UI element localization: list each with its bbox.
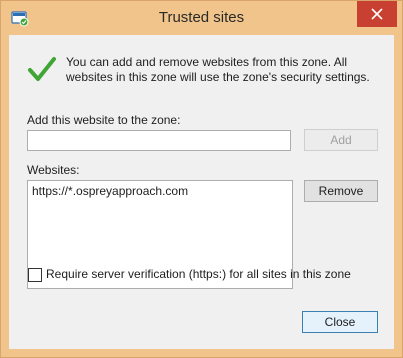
zone-info-text: You can add and remove websites from thi… [66, 55, 370, 84]
websites-label: Websites: [27, 163, 80, 177]
close-button[interactable]: Close [302, 311, 378, 333]
checkmark-icon [28, 57, 56, 81]
list-item[interactable]: https://*.ospreyapproach.com [32, 184, 188, 198]
window-close-button[interactable] [357, 1, 397, 27]
add-website-label: Add this website to the zone: [27, 113, 181, 127]
remove-button[interactable]: Remove [304, 180, 378, 202]
require-verification-checkbox[interactable] [28, 268, 42, 282]
trusted-sites-dialog: Trusted sites You can add and remove web… [0, 0, 403, 358]
close-icon [371, 8, 383, 20]
add-button[interactable]: Add [304, 129, 378, 151]
title-bar[interactable]: Trusted sites [1, 1, 402, 35]
window-title: Trusted sites [158, 9, 245, 26]
add-website-input[interactable] [27, 130, 291, 151]
require-verification-label[interactable]: Require server verification (https:) for… [46, 267, 351, 281]
dialog-body: You can add and remove websites from thi… [9, 35, 394, 349]
